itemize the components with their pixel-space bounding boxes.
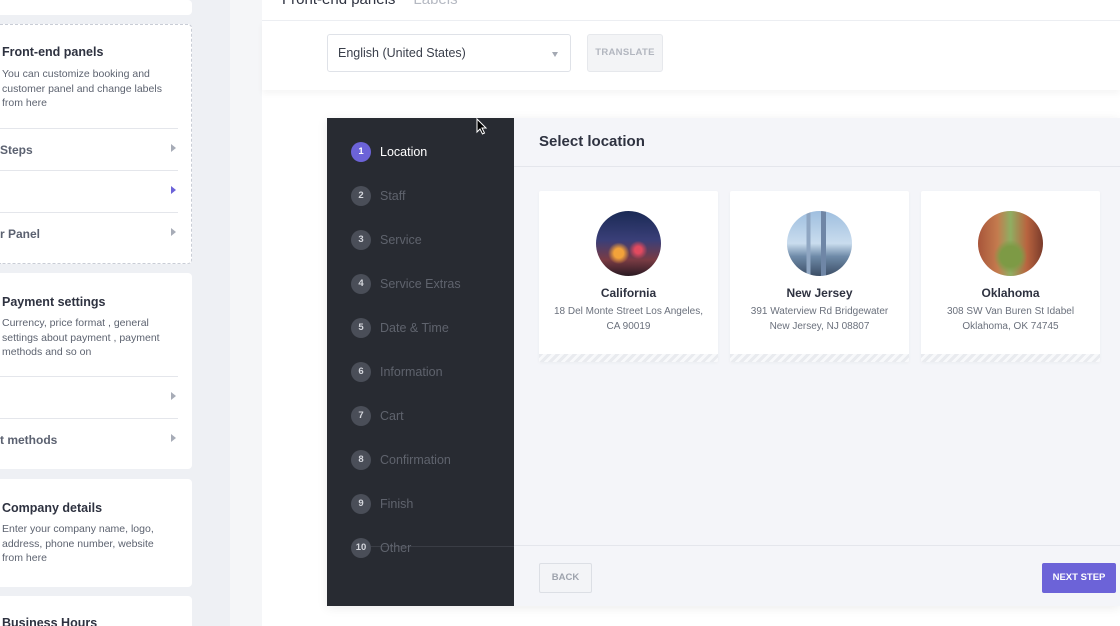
card-stripe xyxy=(730,354,909,362)
location-address: 391 Waterview Rd Bridgewater New Jersey,… xyxy=(750,306,889,332)
menu-item-payment-general[interactable] xyxy=(0,376,178,418)
chevron-right-icon xyxy=(171,186,176,194)
caret-down-icon xyxy=(552,52,558,57)
step-number: 5 xyxy=(351,318,371,338)
frontend-panels-card[interactable]: Front-end panels You can customize booki… xyxy=(0,24,192,264)
language-select[interactable]: English (United States) xyxy=(327,34,571,72)
page-title-text: Front-end panels xyxy=(282,0,395,8)
location-image xyxy=(596,211,661,276)
payment-settings-card[interactable]: Payment settings Currency, price format … xyxy=(0,273,192,469)
page-subtitle: Labels xyxy=(413,0,457,8)
menu-item-label: t methods xyxy=(0,433,58,447)
booking-panel-preview: 1 Location 2 Staff 3 Service 4 Service E… xyxy=(327,118,1120,606)
panel-footer: BACK NEXT STEP xyxy=(514,545,1120,606)
location-image xyxy=(787,211,852,276)
menu-item-label: Steps xyxy=(0,143,33,157)
business-hours-title: Business Hours xyxy=(2,616,98,626)
steps-sidebar: 1 Location 2 Staff 3 Service 4 Service E… xyxy=(327,118,514,606)
card-stripe xyxy=(921,354,1100,362)
step-label: Finish xyxy=(380,497,414,511)
location-name: California xyxy=(600,286,657,300)
location-step-panel: Select location California 18 Del Monte … xyxy=(514,118,1120,606)
frontend-panels-title: Front-end panels xyxy=(2,45,104,59)
step-number: 1 xyxy=(351,142,371,162)
location-name: New Jersey xyxy=(786,286,853,300)
menu-item-payment-methods[interactable]: t methods xyxy=(0,418,178,460)
step-label: Service Extras xyxy=(380,277,461,291)
business-hours-card[interactable]: Business Hours xyxy=(0,596,192,626)
location-card[interactable]: Oklahoma 308 SW Van Buren St Idabel Okla… xyxy=(921,191,1100,362)
panel-title: Select location xyxy=(539,133,645,150)
chevron-right-icon xyxy=(171,228,176,236)
step-label: Confirmation xyxy=(380,453,451,467)
step-number: 8 xyxy=(351,450,371,470)
menu-item-label: r Panel xyxy=(0,227,41,241)
company-details-description: Enter your company name, logo, address, … xyxy=(2,523,154,565)
next-step-button[interactable]: NEXT STEP xyxy=(1042,563,1116,593)
page-title: Front-end panels Labels xyxy=(282,0,458,8)
chevron-right-icon xyxy=(171,434,176,442)
menu-item-steps[interactable]: Steps xyxy=(0,128,178,170)
step-number: 4 xyxy=(351,274,371,294)
step-label: Service xyxy=(380,233,422,247)
step-label: Date & Time xyxy=(380,321,449,335)
step-number: 7 xyxy=(351,406,371,426)
back-button[interactable]: BACK xyxy=(539,563,592,593)
step-number: 2 xyxy=(351,186,371,206)
payment-settings-title: Payment settings xyxy=(2,295,106,309)
step-label: Other xyxy=(380,541,412,555)
step-label: Location xyxy=(380,145,428,159)
chevron-right-icon xyxy=(171,392,176,400)
step-number: 6 xyxy=(351,362,371,382)
card-stripe xyxy=(539,354,718,362)
location-address: 308 SW Van Buren St Idabel Oklahoma, OK … xyxy=(946,306,1075,332)
mouse-cursor-icon xyxy=(476,118,488,135)
step-number: 3 xyxy=(351,230,371,250)
location-image xyxy=(978,211,1043,276)
location-name: Oklahoma xyxy=(981,286,1040,300)
menu-item-labels[interactable] xyxy=(0,170,178,212)
step-label: Cart xyxy=(380,409,404,423)
settings-column: Front-end panels You can customize booki… xyxy=(0,0,230,626)
company-details-card[interactable]: Company details Enter your company name,… xyxy=(0,479,192,587)
location-card[interactable]: California 18 Del Monte Street Los Angel… xyxy=(539,191,718,362)
location-card[interactable]: New Jersey 391 Waterview Rd Bridgewater … xyxy=(730,191,909,362)
frontend-panels-description: You can customize booking and customer p… xyxy=(2,68,162,110)
menu-item-customer-panel[interactable]: r Panel xyxy=(0,212,178,254)
location-address: 18 Del Monte Street Los Angeles, CA 9001… xyxy=(554,306,703,332)
settings-card-partial xyxy=(0,0,192,15)
step-label: Information xyxy=(380,365,443,379)
chevron-right-icon xyxy=(171,144,176,152)
company-details-title: Company details xyxy=(2,501,103,515)
step-number: 9 xyxy=(351,494,371,514)
step-number: 10 xyxy=(351,538,371,558)
panel-header: Select location xyxy=(514,118,1120,167)
payment-settings-description: Currency, price format , general setting… xyxy=(2,317,160,359)
steps-divider xyxy=(351,546,514,547)
language-select-value: English (United States) xyxy=(338,46,466,60)
translate-button[interactable]: TRANSLATE xyxy=(587,34,663,72)
step-label: Staff xyxy=(380,189,406,203)
